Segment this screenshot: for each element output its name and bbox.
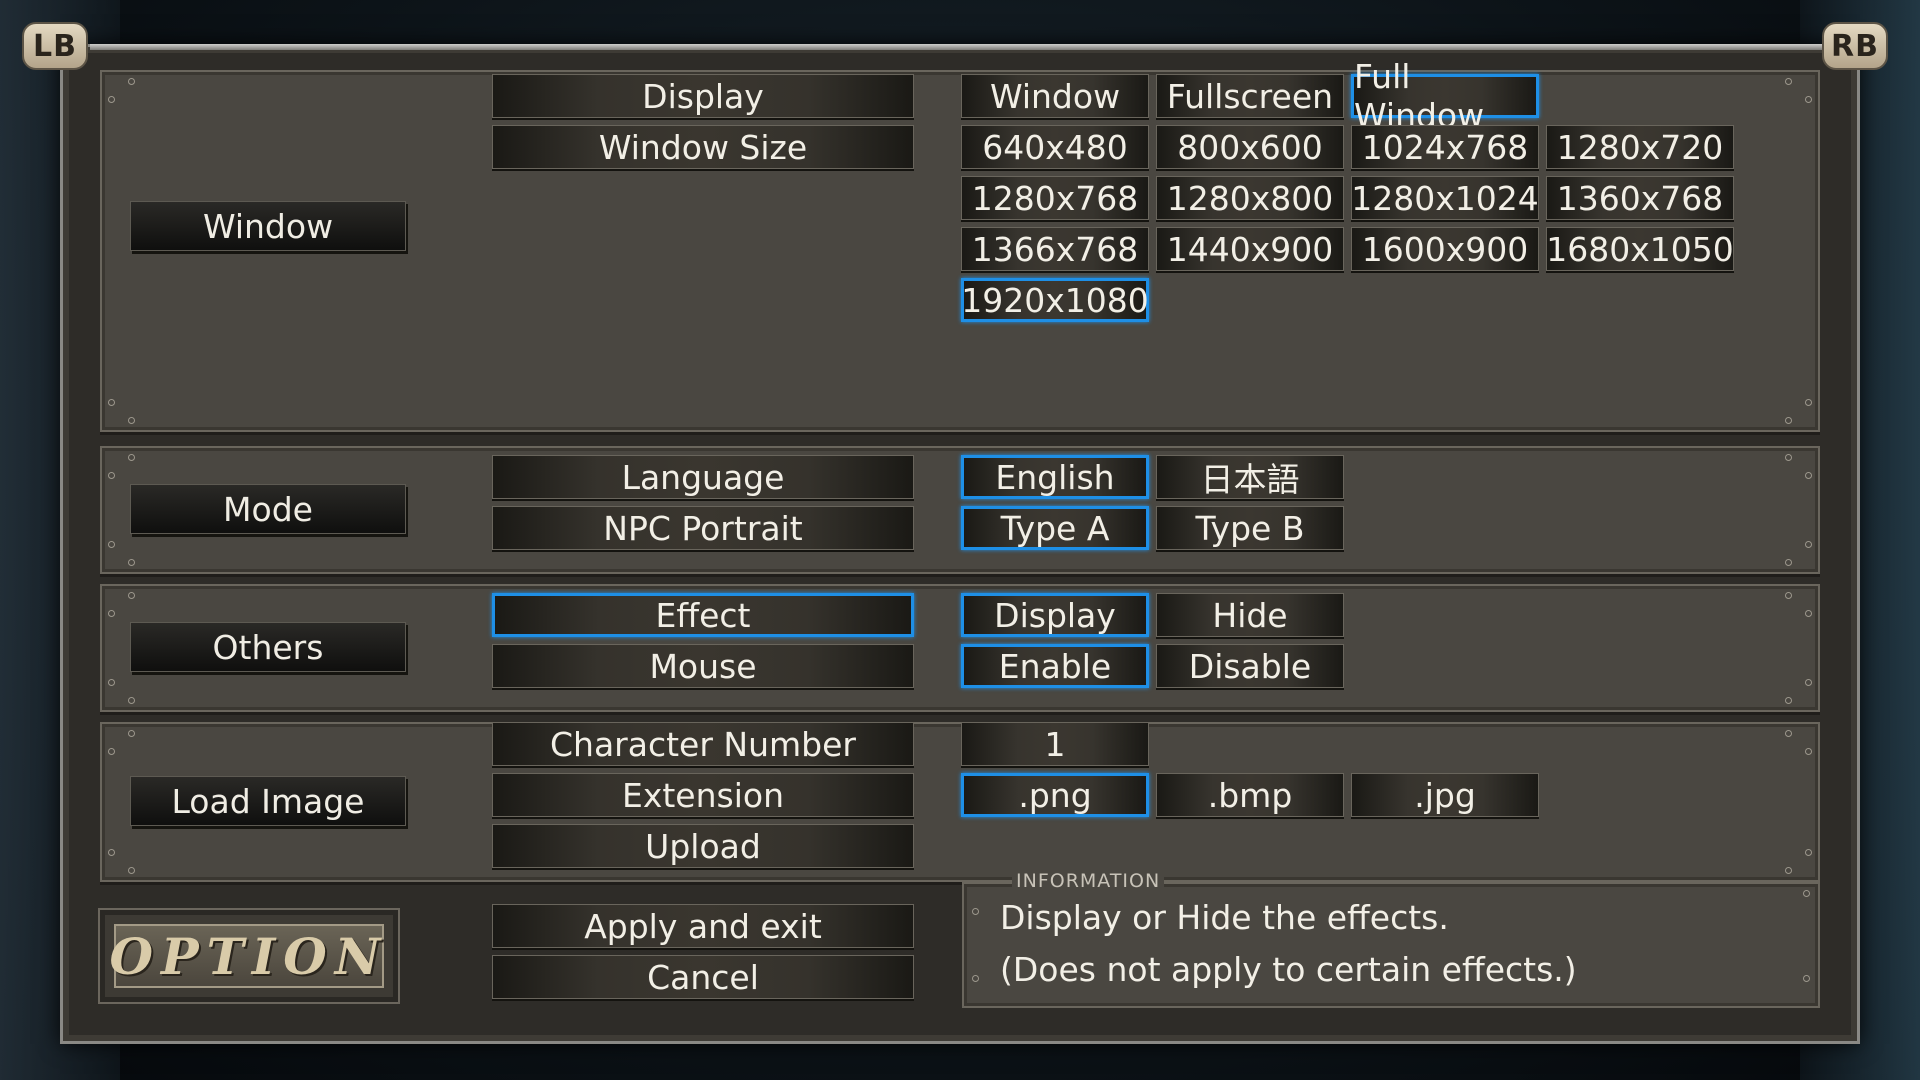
mouse-option-disable[interactable]: Disable xyxy=(1156,644,1344,688)
display-label-button[interactable]: Display xyxy=(492,74,914,118)
rivet xyxy=(1785,417,1792,424)
rivet xyxy=(108,610,115,617)
display-option-window[interactable]: Window xyxy=(961,74,1149,118)
rivet xyxy=(128,454,135,461)
option-badge: OPTION xyxy=(98,908,400,1004)
category-mode[interactable]: Mode xyxy=(130,484,406,534)
rivet xyxy=(1803,975,1810,982)
apply-and-exit-button[interactable]: Apply and exit xyxy=(492,904,914,948)
rivet xyxy=(128,697,135,704)
size-option-1360x768[interactable]: 1360x768 xyxy=(1546,176,1734,220)
rivet xyxy=(1805,610,1812,617)
cancel-button[interactable]: Cancel xyxy=(492,955,914,999)
information-title: INFORMATION xyxy=(1012,870,1165,892)
language-option-english[interactable]: English xyxy=(961,455,1149,499)
size-option-1366x768[interactable]: 1366x768 xyxy=(961,227,1149,271)
effect-label-button[interactable]: Effect xyxy=(492,593,914,637)
category-load-image[interactable]: Load Image xyxy=(130,776,406,826)
rivet xyxy=(108,679,115,686)
window-size-label-button[interactable]: Window Size xyxy=(492,125,914,169)
rivet xyxy=(108,849,115,856)
option-title: OPTION xyxy=(110,924,384,988)
size-option-1280x768[interactable]: 1280x768 xyxy=(961,176,1149,220)
language-option-japanese[interactable]: 日本語 xyxy=(1156,455,1344,499)
lb-bumper-button[interactable]: LB xyxy=(22,22,88,70)
size-option-1440x900[interactable]: 1440x900 xyxy=(1156,227,1344,271)
effect-option-display[interactable]: Display xyxy=(961,593,1149,637)
rivet xyxy=(128,417,135,424)
rivet xyxy=(972,908,979,915)
size-option-1280x1024[interactable]: 1280x1024 xyxy=(1351,176,1539,220)
rivet xyxy=(1805,472,1812,479)
character-number-value[interactable]: 1 xyxy=(961,722,1149,766)
size-option-800x600[interactable]: 800x600 xyxy=(1156,125,1344,169)
category-others[interactable]: Others xyxy=(130,622,406,672)
extension-label-button[interactable]: Extension xyxy=(492,773,914,817)
character-number-label-button[interactable]: Character Number xyxy=(492,722,914,766)
extension-option-png[interactable]: .png xyxy=(961,773,1149,817)
rivet xyxy=(1785,78,1792,85)
rivet xyxy=(1785,730,1792,737)
rivet xyxy=(1803,890,1810,897)
display-option-full-window[interactable]: Full Window xyxy=(1351,57,1539,135)
rivet xyxy=(1805,541,1812,548)
rivet xyxy=(1805,849,1812,856)
information-line-1: Display or Hide the effects. xyxy=(1000,898,1449,937)
size-option-640x480[interactable]: 640x480 xyxy=(961,125,1149,169)
rivet xyxy=(972,975,979,982)
size-option-1280x800[interactable]: 1280x800 xyxy=(1156,176,1344,220)
rivet xyxy=(128,592,135,599)
size-option-1920x1080[interactable]: 1920x1080 xyxy=(961,278,1149,322)
rivet xyxy=(128,867,135,874)
rivet xyxy=(1785,559,1792,566)
rivet xyxy=(108,541,115,548)
size-option-1280x720[interactable]: 1280x720 xyxy=(1546,125,1734,169)
rb-bumper-button[interactable]: RB xyxy=(1822,22,1888,70)
rivet xyxy=(1785,867,1792,874)
information-box: INFORMATION Display or Hide the effects.… xyxy=(962,870,1820,1008)
size-option-1024x768[interactable]: 1024x768 xyxy=(1351,125,1539,169)
rivet xyxy=(108,96,115,103)
language-label-button[interactable]: Language xyxy=(492,455,914,499)
category-window[interactable]: Window xyxy=(130,201,406,251)
portrait-option-type-b[interactable]: Type B xyxy=(1156,506,1344,550)
rivet xyxy=(1785,697,1792,704)
mouse-label-button[interactable]: Mouse xyxy=(492,644,914,688)
rivet xyxy=(1805,96,1812,103)
rivet xyxy=(1785,592,1792,599)
rivet xyxy=(128,78,135,85)
rivet xyxy=(1785,454,1792,461)
rivet xyxy=(128,559,135,566)
portrait-option-type-a[interactable]: Type A xyxy=(961,506,1149,550)
extension-option-bmp[interactable]: .bmp xyxy=(1156,773,1344,817)
upload-button[interactable]: Upload xyxy=(492,824,914,868)
rivet xyxy=(128,730,135,737)
rivet xyxy=(1805,399,1812,406)
display-option-fullscreen[interactable]: Fullscreen xyxy=(1156,74,1344,118)
extension-option-jpg[interactable]: .jpg xyxy=(1351,773,1539,817)
information-line-2: (Does not apply to certain effects.) xyxy=(1000,950,1577,989)
size-option-1600x900[interactable]: 1600x900 xyxy=(1351,227,1539,271)
rivet xyxy=(1805,748,1812,755)
size-option-1680x1050[interactable]: 1680x1050 xyxy=(1546,227,1734,271)
rivet xyxy=(108,399,115,406)
mouse-option-enable[interactable]: Enable xyxy=(961,644,1149,688)
rivet xyxy=(108,748,115,755)
effect-option-hide[interactable]: Hide xyxy=(1156,593,1344,637)
npc-portrait-label-button[interactable]: NPC Portrait xyxy=(492,506,914,550)
rivet xyxy=(108,472,115,479)
top-rail xyxy=(90,44,1830,50)
rivet xyxy=(1805,679,1812,686)
